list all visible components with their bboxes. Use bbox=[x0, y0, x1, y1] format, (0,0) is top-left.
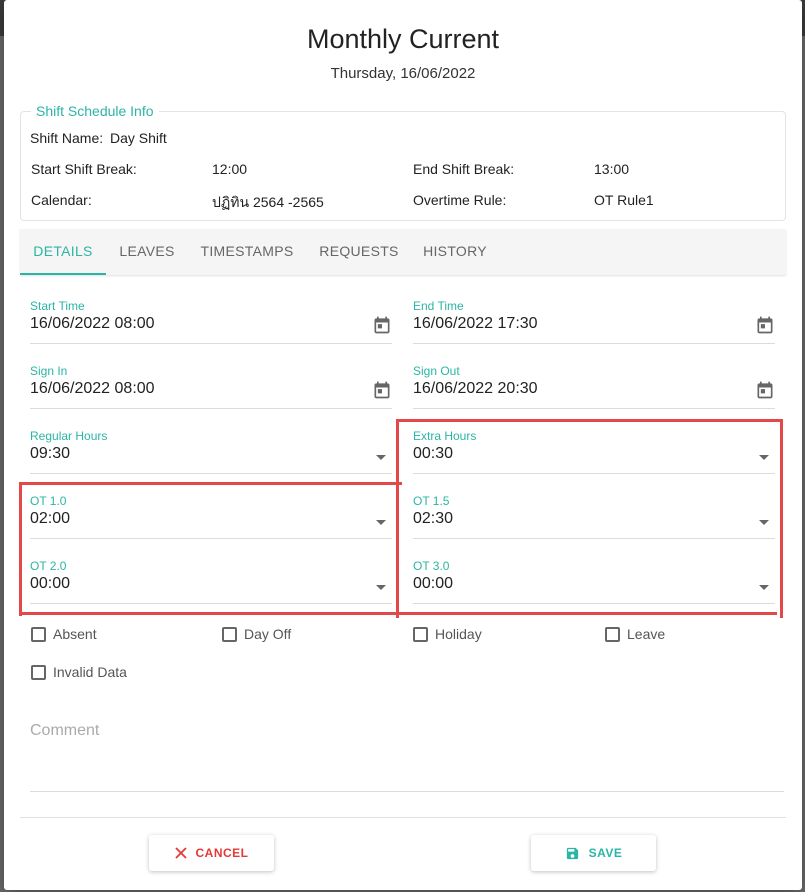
invalid-data-label: Invalid Data bbox=[53, 664, 127, 680]
tab-timestamps[interactable]: TIMESTAMPS bbox=[192, 229, 302, 275]
sign-in-field[interactable]: Sign In 16/06/2022 08:00 bbox=[30, 364, 392, 416]
tab-requests[interactable]: REQUESTS bbox=[314, 229, 404, 275]
overtime-rule-value: OT Rule1 bbox=[594, 192, 654, 208]
holiday-label: Holiday bbox=[435, 626, 482, 642]
start-time-field[interactable]: Start Time 16/06/2022 08:00 bbox=[30, 299, 392, 351]
sign-out-value[interactable]: 16/06/2022 20:30 bbox=[413, 380, 538, 398]
dropdown-arrow-icon[interactable] bbox=[376, 455, 386, 460]
field-underline bbox=[413, 538, 775, 539]
absent-checkbox[interactable]: Absent bbox=[31, 626, 97, 642]
field-underline bbox=[413, 343, 775, 344]
field-underline bbox=[30, 603, 392, 604]
ot-1-0-label: OT 1.0 bbox=[30, 494, 67, 508]
regular-hours-label: Regular Hours bbox=[30, 429, 108, 443]
tab-history[interactable]: HISTORY bbox=[416, 229, 494, 275]
shift-info-legend: Shift Schedule Info bbox=[31, 103, 159, 119]
field-underline bbox=[30, 473, 392, 474]
highlight-box-bottom bbox=[19, 612, 777, 615]
floppy-disk-icon bbox=[565, 846, 580, 861]
dialog-title: Monthly Current bbox=[306, 24, 500, 54]
end-time-label: End Time bbox=[413, 299, 464, 313]
start-break-label: Start Shift Break: bbox=[31, 161, 137, 177]
ot-1-0-value[interactable]: 02:00 bbox=[30, 510, 70, 528]
ot-1-5-value[interactable]: 02:30 bbox=[413, 510, 453, 528]
shift-schedule-info: Shift Schedule Info Shift Name: Day Shif… bbox=[20, 103, 786, 221]
sign-in-label: Sign In bbox=[30, 364, 68, 378]
comment-underline bbox=[30, 791, 784, 792]
leave-checkbox[interactable]: Leave bbox=[605, 626, 665, 642]
calendar-icon[interactable] bbox=[755, 380, 775, 400]
ot-2-0-select[interactable]: OT 2.0 00:00 bbox=[30, 559, 392, 611]
ot-3-0-value[interactable]: 00:00 bbox=[413, 575, 453, 593]
dropdown-arrow-icon[interactable] bbox=[376, 520, 386, 525]
dropdown-arrow-icon[interactable] bbox=[376, 585, 386, 590]
calendar-icon[interactable] bbox=[755, 315, 775, 335]
start-time-value[interactable]: 16/06/2022 08:00 bbox=[30, 315, 155, 333]
tab-details[interactable]: DETAILS bbox=[20, 229, 106, 275]
overtime-rule-label: Overtime Rule: bbox=[413, 192, 507, 208]
checkbox-box[interactable] bbox=[605, 626, 620, 642]
shift-name-label: Shift Name: bbox=[30, 130, 104, 146]
checkbox-box[interactable] bbox=[413, 626, 428, 642]
ot-1-5-select[interactable]: OT 1.5 02:30 bbox=[413, 494, 775, 546]
shift-name-value: Day Shift bbox=[110, 130, 167, 146]
absent-label: Absent bbox=[53, 626, 97, 642]
dropdown-arrow-icon[interactable] bbox=[759, 520, 769, 525]
tab-leaves[interactable]: LEAVES bbox=[110, 229, 184, 275]
dropdown-arrow-icon[interactable] bbox=[759, 455, 769, 460]
dropdown-arrow-icon[interactable] bbox=[759, 585, 769, 590]
monthly-current-dialog: Monthly Current Thursday, 16/06/2022 Shi… bbox=[4, 0, 802, 890]
end-time-field[interactable]: End Time 16/06/2022 17:30 bbox=[413, 299, 775, 351]
day-off-label: Day Off bbox=[244, 626, 292, 642]
ot-1-0-select[interactable]: OT 1.0 02:00 bbox=[30, 494, 392, 546]
field-underline bbox=[413, 603, 775, 604]
save-button[interactable]: SAVE bbox=[531, 835, 656, 871]
calendar-label: Calendar: bbox=[31, 192, 92, 208]
field-underline bbox=[30, 538, 392, 539]
regular-hours-value[interactable]: 09:30 bbox=[30, 445, 70, 463]
ot-3-0-label: OT 3.0 bbox=[413, 559, 450, 573]
field-underline bbox=[413, 408, 775, 409]
regular-hours-select[interactable]: Regular Hours 09:30 bbox=[30, 429, 392, 481]
ot-3-0-select[interactable]: OT 3.0 00:00 bbox=[413, 559, 775, 611]
holiday-checkbox[interactable]: Holiday bbox=[413, 626, 482, 642]
highlight-box-mid bbox=[19, 482, 399, 485]
end-break-value: 13:00 bbox=[594, 161, 630, 177]
dialog-date: Thursday, 16/06/2022 bbox=[330, 65, 476, 82]
cancel-button[interactable]: CANCEL bbox=[149, 835, 274, 871]
tab-bar: DETAILS LEAVES TIMESTAMPS REQUESTS HISTO… bbox=[20, 229, 786, 275]
save-label: SAVE bbox=[588, 846, 623, 860]
field-underline bbox=[30, 343, 392, 344]
day-off-checkbox[interactable]: Day Off bbox=[222, 626, 291, 642]
field-underline bbox=[30, 408, 392, 409]
sign-in-value[interactable]: 16/06/2022 08:00 bbox=[30, 380, 155, 398]
sign-out-label: Sign Out bbox=[413, 364, 460, 378]
field-underline bbox=[413, 473, 775, 474]
checkbox-box[interactable] bbox=[222, 626, 237, 642]
ot-2-0-label: OT 2.0 bbox=[30, 559, 67, 573]
calendar-icon[interactable] bbox=[372, 315, 392, 335]
invalid-data-checkbox[interactable]: Invalid Data bbox=[31, 664, 127, 680]
leave-label: Leave bbox=[627, 626, 666, 642]
calendar-value: ปฏิทิน 2564 -2565 bbox=[212, 194, 324, 210]
comment-input[interactable]: Comment bbox=[30, 722, 99, 740]
footer-divider bbox=[20, 817, 786, 818]
sign-out-field[interactable]: Sign Out 16/06/2022 20:30 bbox=[413, 364, 775, 416]
start-break-value: 12:00 bbox=[212, 161, 248, 177]
checkbox-box[interactable] bbox=[31, 664, 46, 680]
ot-1-5-label: OT 1.5 bbox=[413, 494, 450, 508]
ot-2-0-value[interactable]: 00:00 bbox=[30, 575, 70, 593]
extra-hours-label: Extra Hours bbox=[413, 429, 477, 443]
start-time-label: Start Time bbox=[30, 299, 85, 313]
end-time-value[interactable]: 16/06/2022 17:30 bbox=[413, 315, 538, 333]
cancel-label: CANCEL bbox=[195, 846, 249, 860]
calendar-icon[interactable] bbox=[372, 380, 392, 400]
end-break-label: End Shift Break: bbox=[413, 161, 515, 177]
extra-hours-value[interactable]: 00:30 bbox=[413, 445, 453, 463]
close-icon bbox=[174, 847, 187, 859]
extra-hours-select[interactable]: Extra Hours 00:30 bbox=[413, 429, 775, 481]
checkbox-box[interactable] bbox=[31, 626, 46, 642]
